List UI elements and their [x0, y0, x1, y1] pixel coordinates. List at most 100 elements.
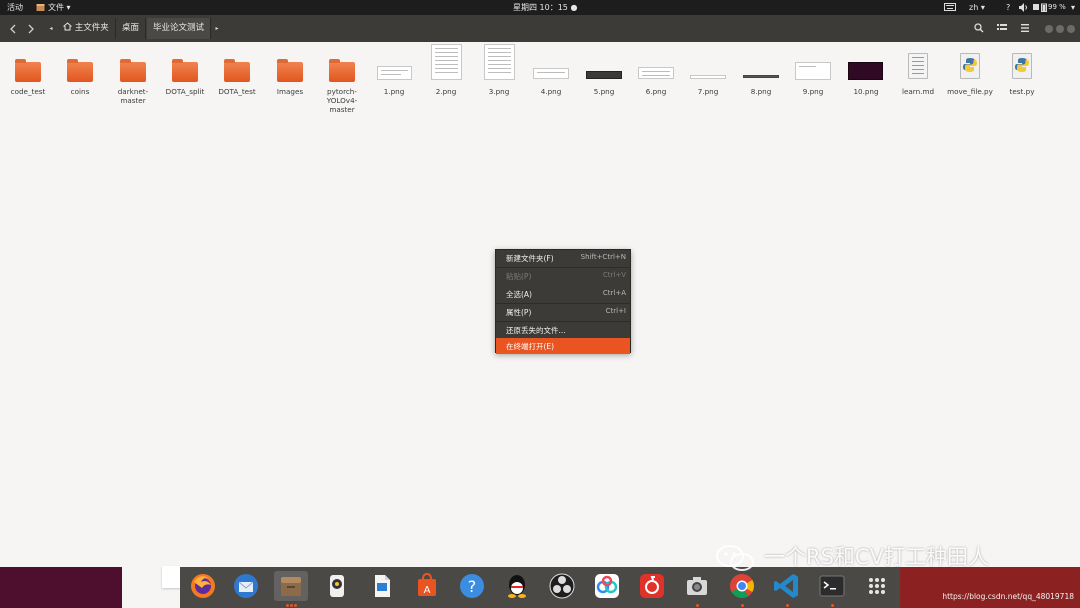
language-indicator[interactable]: zh ▾	[969, 2, 985, 13]
folder-item[interactable]: DOTA_split	[159, 50, 211, 96]
document-thumbnail-icon	[473, 44, 525, 86]
libreoffice-writer-icon[interactable]	[367, 571, 397, 601]
file-label: test.py	[1009, 87, 1035, 96]
file-label: Images	[276, 87, 304, 96]
chevron-left-icon	[10, 24, 16, 34]
files-icon[interactable]	[274, 571, 308, 601]
menu-item-new-folder[interactable]: 新建文件夹(F) Shift+Ctrl+N	[496, 250, 630, 266]
image-file-item[interactable]: 7.png	[682, 50, 734, 96]
thunderbird-icon[interactable]	[231, 571, 261, 601]
menu-item-properties[interactable]: 属性(P) Ctrl+I	[496, 304, 630, 320]
clock[interactable]: 星期四 10：15 ●	[513, 2, 577, 13]
python-file-item[interactable]: move_file.py	[944, 50, 996, 96]
svg-text:A: A	[424, 585, 431, 596]
breadcrumb-home[interactable]: 主文件夹	[57, 18, 116, 39]
folder-item[interactable]: coins	[54, 50, 106, 96]
image-file-item[interactable]: 8.png	[735, 50, 787, 96]
menu-item-paste[interactable]: 粘贴(P) Ctrl+V	[496, 268, 630, 284]
running-indicator	[294, 604, 297, 607]
screenshot-icon[interactable]	[682, 571, 712, 601]
firefox-icon[interactable]	[188, 571, 218, 601]
rhythmbox-icon[interactable]	[322, 571, 352, 601]
language-label: zh	[969, 3, 979, 12]
menu-item-shortcut: Ctrl+I	[605, 307, 626, 315]
folder-item[interactable]: code_test	[2, 50, 54, 96]
baidu-netdisk-icon[interactable]	[592, 571, 622, 601]
image-thumbnail-icon	[525, 50, 577, 86]
minimize-button[interactable]	[1045, 25, 1053, 33]
help-icon[interactable]: ?	[457, 571, 487, 601]
file-label: 4.png	[540, 87, 562, 96]
menu-item-restore-missing-files[interactable]: 还原丢失的文件...	[496, 322, 630, 338]
system-menu-arrow-icon[interactable]: ▾	[1071, 2, 1075, 13]
menu-button[interactable]	[1016, 19, 1034, 38]
image-file-item[interactable]: 5.png	[578, 50, 630, 96]
folder-item[interactable]: Images	[264, 50, 316, 96]
back-button[interactable]	[5, 19, 21, 38]
folder-item[interactable]: pytorch-YOLOv4-master	[316, 50, 368, 114]
image-thumbnail-icon	[578, 50, 630, 86]
file-label: 6.png	[645, 87, 667, 96]
menu-item-open-in-terminal[interactable]: 在终端打开(E)	[496, 338, 630, 354]
breadcrumb-scroll-right-icon[interactable]: ▸	[212, 19, 222, 38]
folder-icon	[2, 50, 54, 86]
breadcrumb-current-folder[interactable]: 毕业论文测试	[147, 18, 212, 39]
folder-icon	[159, 50, 211, 86]
battery-icon[interactable]	[1041, 3, 1047, 12]
file-label: DOTA_split	[165, 87, 205, 96]
menu-item-shortcut: Ctrl+A	[602, 289, 626, 297]
forward-button[interactable]	[23, 19, 39, 38]
netease-music-icon[interactable]	[637, 571, 667, 601]
python-file-icon	[996, 50, 1048, 86]
file-label: move_file.py	[947, 87, 993, 96]
image-file-item[interactable]: 10.png	[840, 50, 892, 96]
keyboard-icon[interactable]	[944, 3, 956, 11]
image-thumbnail-icon	[840, 50, 892, 86]
desktop-background-left	[0, 567, 122, 608]
image-thumbnail-icon	[682, 50, 734, 86]
image-thumbnail-icon	[787, 50, 839, 86]
maximize-button[interactable]	[1056, 25, 1064, 33]
close-button[interactable]	[1067, 25, 1075, 33]
vscode-icon[interactable]	[772, 571, 802, 601]
app-grid-icon[interactable]	[862, 571, 892, 601]
image-file-item[interactable]: 6.png	[630, 50, 682, 96]
activities-button[interactable]: 活动	[7, 2, 23, 13]
document-thumbnail-icon	[420, 44, 472, 86]
breadcrumb-scroll-left-icon[interactable]: ◂	[46, 19, 56, 38]
python-file-icon	[944, 50, 996, 86]
list-view-icon	[997, 24, 1007, 30]
search-button[interactable]	[970, 19, 988, 38]
qq-icon[interactable]	[502, 571, 532, 601]
menu-item-select-all[interactable]: 全选(A) Ctrl+A	[496, 286, 630, 302]
running-indicator	[290, 604, 293, 607]
folder-icon	[264, 50, 316, 86]
image-file-item[interactable]: 4.png	[525, 50, 577, 96]
file-label: DOTA_test	[218, 87, 256, 96]
image-thumbnail-icon	[735, 50, 787, 86]
software-center-icon[interactable]: A	[412, 571, 442, 601]
text-file-item[interactable]: learn.md	[892, 50, 944, 96]
network-icon[interactable]	[1032, 3, 1040, 11]
help-indicator-icon[interactable]: ?	[1006, 2, 1010, 13]
image-file-item[interactable]: 2.png	[420, 44, 472, 96]
image-file-item[interactable]: 1.png	[368, 50, 420, 96]
desktop-file-icon[interactable]	[162, 566, 182, 588]
view-options-button[interactable]	[993, 19, 1011, 38]
wechat-logo-icon	[716, 545, 754, 571]
terminal-icon[interactable]	[817, 571, 847, 601]
image-file-item[interactable]: 3.png	[473, 44, 525, 96]
files-app-icon	[36, 4, 45, 11]
app-menu[interactable]: 文件 ▾	[48, 2, 71, 13]
chrome-icon[interactable]	[727, 571, 757, 601]
folder-item[interactable]: DOTA_test	[211, 50, 263, 96]
image-file-item[interactable]: 9.png	[787, 50, 839, 96]
volume-icon[interactable]	[1019, 3, 1029, 12]
svg-text:?: ?	[468, 577, 477, 596]
folder-icon	[316, 50, 368, 86]
app-menu-label: 文件	[48, 3, 64, 12]
obs-icon[interactable]	[547, 571, 577, 601]
breadcrumb-desktop[interactable]: 桌面	[116, 18, 147, 39]
folder-item[interactable]: darknet-master	[107, 50, 159, 105]
python-file-item[interactable]: test.py	[996, 50, 1048, 96]
